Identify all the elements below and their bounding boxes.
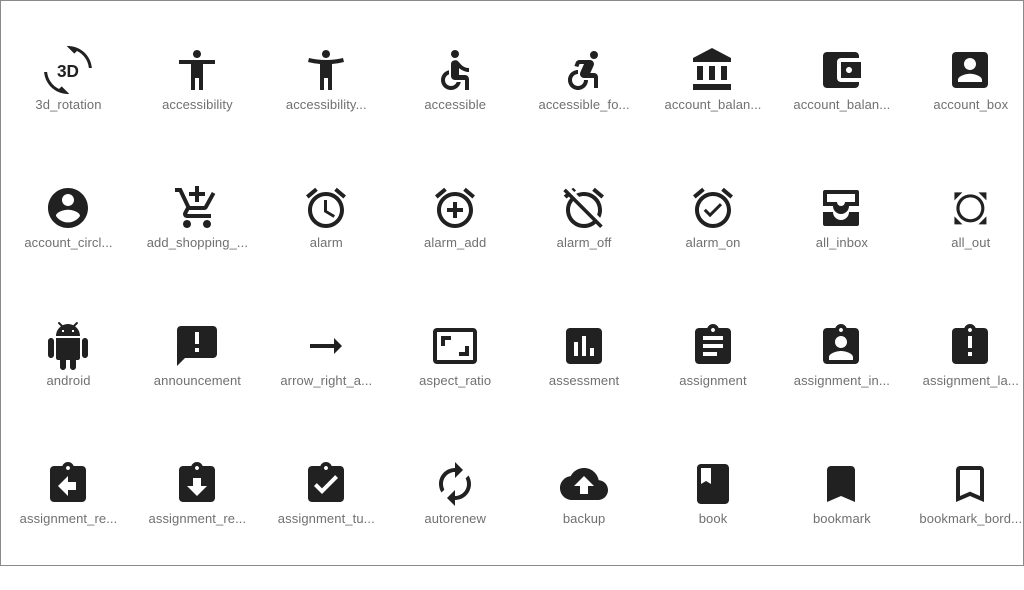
assignment-return-icon (50, 462, 86, 502)
announcement-icon (176, 326, 217, 366)
icon-label: alarm_on (685, 235, 741, 250)
account-circle-icon (48, 188, 88, 228)
icon-label: accessible_fo... (538, 97, 630, 112)
icon-label: assessment (548, 373, 620, 388)
assignment-returned-icon (178, 462, 215, 502)
backup-icon (559, 468, 608, 500)
aspect-ratio-icon (432, 328, 477, 364)
bookmark-border-icon (956, 466, 985, 502)
icon-label: assignment_tu... (277, 511, 375, 526)
icon-label: alarm (309, 235, 343, 250)
icon-label: accessibility (162, 97, 233, 112)
icon-tile-assignment[interactable]: assignment (649, 322, 778, 452)
bookmark-icon (827, 466, 856, 502)
icon-tile-all-out[interactable]: all_out (906, 184, 1024, 314)
icon-tile-alarm-on[interactable]: alarm_on (649, 184, 778, 314)
alarm-on-icon (692, 187, 733, 228)
icon-tile-accessible[interactable]: accessible (391, 46, 520, 176)
icon-label: account_box (933, 97, 1009, 112)
3d-rotation-icon: 3D (44, 46, 92, 94)
accessible-icon (440, 50, 469, 90)
icon-label: aspect_ratio (419, 373, 492, 388)
accessible-forward-icon (567, 51, 598, 90)
icon-tile-accessibility-new[interactable]: accessibility... (262, 46, 391, 176)
icon-tile-accessibility[interactable]: accessibility (133, 46, 262, 176)
account-balance-wallet-icon (823, 52, 862, 88)
icon-tile-assignment-late[interactable]: assignment_la... (906, 322, 1024, 452)
book-icon (696, 464, 729, 504)
icon-tile-account-circle[interactable]: account_circl... (4, 184, 133, 314)
icon-label: autorenew (424, 511, 486, 526)
icon-label: backup (562, 511, 606, 526)
icon-label: all_inbox (815, 235, 868, 250)
icon-label: 3d_rotation (35, 97, 102, 112)
add-shopping-cart-icon (174, 186, 216, 228)
assignment-icon (694, 324, 731, 364)
icon-label: bookmark (812, 511, 871, 526)
icon-label: accessibility... (285, 97, 367, 112)
accessibility-new-icon (307, 50, 344, 90)
icon-tile-accessible-forward[interactable]: accessible_fo... (520, 46, 649, 176)
icon-tile-add-shopping-cart[interactable]: add_shopping_... (133, 184, 262, 314)
icon-label: android (46, 373, 91, 388)
icon-label: book (698, 511, 728, 526)
icon-tile-all-inbox[interactable]: all_inbox (777, 184, 906, 314)
icon-label: assignment_in... (793, 373, 891, 388)
icon-label: bookmark_bord... (919, 511, 1023, 526)
icon-label: all_out (951, 235, 991, 250)
icon-tile-assignment-returned[interactable]: assignment_re... (133, 460, 262, 590)
icon-tile-bookmark-border[interactable]: bookmark_bord... (906, 460, 1024, 590)
icon-label: announcement (153, 373, 241, 388)
icon-label: assignment (679, 373, 747, 388)
icon-label: add_shopping_... (146, 235, 249, 250)
icon-label: accessible (424, 97, 487, 112)
icon-tile-account-box[interactable]: account_box (906, 46, 1024, 176)
icon-label: arrow_right_a... (280, 373, 373, 388)
assignment-ind-icon (823, 324, 860, 364)
alarm-icon (305, 187, 346, 228)
icon-tile-account-balance[interactable]: account_balan... (649, 46, 778, 176)
icon-label: account_circl... (24, 235, 113, 250)
icon-label: assignment_re... (148, 511, 247, 526)
3d-glyph-text: 3D (57, 61, 79, 81)
icon-tile-autorenew[interactable]: autorenew (391, 460, 520, 590)
icon-tile-book[interactable]: book (649, 460, 778, 590)
icon-label: account_balan... (793, 97, 891, 112)
icon-tile-bookmark[interactable]: bookmark (777, 460, 906, 590)
icon-tile-arrow-right-alt[interactable]: arrow_right_a... (262, 322, 391, 452)
icon-tile-backup[interactable]: backup (520, 460, 649, 590)
icon-tile-assignment-return[interactable]: assignment_re... (4, 460, 133, 590)
assignment-turned-in-icon (307, 462, 344, 502)
icon-grid: 3D 3d_rotation accessibility accessibility.… (0, 0, 1024, 566)
all-inbox-icon (823, 190, 860, 226)
icon-tile-alarm-off[interactable]: alarm_off (520, 184, 649, 314)
arrow-right-alt-icon (309, 338, 342, 354)
icon-tile-alarm-add[interactable]: alarm_add (391, 184, 520, 314)
icon-tile-android[interactable]: android (4, 322, 133, 452)
accessibility-icon (178, 50, 215, 90)
icon-label: alarm_off (556, 235, 612, 250)
icon-tile-assessment[interactable]: assessment (520, 322, 649, 452)
alarm-add-icon (434, 187, 475, 228)
icon-tile-alarm[interactable]: alarm (262, 184, 391, 314)
account-box-icon (952, 52, 989, 88)
icon-tile-assignment-turned-in[interactable]: assignment_tu... (262, 460, 391, 590)
icon-label: assignment_re... (19, 511, 118, 526)
account-balance-icon (692, 48, 731, 90)
icon-label: account_balan... (664, 97, 762, 112)
assignment-late-icon (952, 324, 989, 364)
alarm-off-icon (562, 187, 604, 228)
icon-tile-aspect-ratio[interactable]: aspect_ratio (391, 322, 520, 452)
icon-tile-announcement[interactable]: announcement (133, 322, 262, 452)
icon-tile-assignment-ind[interactable]: assignment_in... (777, 322, 906, 452)
android-icon (48, 322, 88, 370)
icon-tile-3d-rotation[interactable]: 3D 3d_rotation (4, 46, 133, 176)
autorenew-icon (438, 462, 471, 506)
icon-label: assignment_la... (922, 373, 1019, 388)
icon-label: alarm_add (424, 235, 487, 250)
all-out-icon (954, 192, 987, 225)
icon-tile-account-balance-wallet[interactable]: account_balan... (777, 46, 906, 176)
assessment-icon (565, 328, 602, 364)
